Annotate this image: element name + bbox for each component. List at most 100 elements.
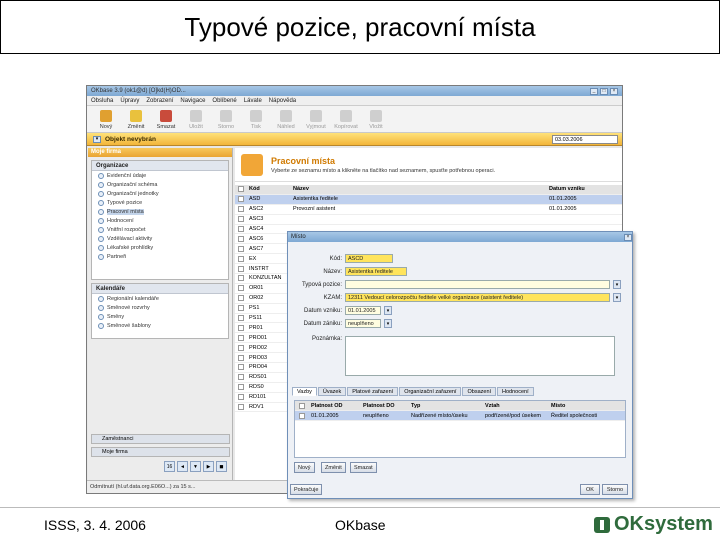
row-checkbox[interactable]: [238, 196, 244, 203]
relations-select-all-checkbox[interactable]: [299, 402, 305, 409]
toolbar-storno-button[interactable]: Storno: [213, 110, 239, 130]
toolbar-smazat-button[interactable]: Smazat: [153, 110, 179, 130]
sidebar-item-smeny[interactable]: Směny: [92, 312, 228, 321]
date-input[interactable]: 03.03.2006: [552, 134, 618, 144]
tab-uvazek[interactable]: Úvazek: [317, 387, 347, 396]
pager-button[interactable]: 16: [164, 461, 175, 472]
minimize-button[interactable]: _: [590, 87, 598, 95]
pager-button[interactable]: ◼: [216, 461, 227, 472]
menu-item-obsluha[interactable]: Obsluha: [91, 98, 113, 104]
date-start-field[interactable]: 01.01.2005: [345, 306, 381, 315]
kzam-field[interactable]: 12311 Vedoucí celorozpočtu ředitele velk…: [345, 293, 610, 302]
date-end-calendar-icon[interactable]: ▾: [384, 319, 392, 328]
toolbar-tisk-button[interactable]: Tisk: [243, 110, 269, 130]
sidebar-item-smenove-sablony[interactable]: Směnové šablony: [92, 321, 228, 330]
row-checkbox[interactable]: [238, 265, 244, 272]
row-checkbox[interactable]: [238, 324, 244, 331]
row-checkbox[interactable]: [238, 245, 244, 252]
type-position-dropdown-icon[interactable]: ▾: [613, 280, 621, 289]
relation-new-button[interactable]: Nový: [294, 462, 315, 473]
object-selector-button[interactable]: ▾: [93, 135, 101, 143]
row-checkbox[interactable]: [238, 364, 244, 371]
storno-button[interactable]: Storno: [602, 484, 628, 495]
date-end-field[interactable]: neuplňeno: [345, 319, 381, 328]
row-checkbox[interactable]: [299, 412, 305, 419]
organization-panel-title[interactable]: Organizace: [92, 161, 228, 171]
row-checkbox[interactable]: [238, 206, 244, 213]
sidebar-item-smenove-rozvrhy[interactable]: Směnové rozvrhy: [92, 303, 228, 312]
menu-item-napoveda[interactable]: Nápověda: [269, 98, 296, 104]
row-checkbox[interactable]: [238, 275, 244, 282]
row-checkbox[interactable]: [238, 354, 244, 361]
menu-item-upravy[interactable]: Úpravy: [120, 98, 139, 104]
row-checkbox[interactable]: [238, 374, 244, 381]
row-checkbox[interactable]: [238, 235, 244, 242]
row-checkbox[interactable]: [238, 295, 244, 302]
sidebar-item-evidencni-udaje[interactable]: Evidenční údaje: [92, 171, 228, 180]
row-checkbox[interactable]: [238, 255, 244, 262]
column-header-valid-to[interactable]: Platnost DO: [361, 403, 409, 409]
row-checkbox[interactable]: [238, 344, 244, 351]
column-header-place[interactable]: Místo: [549, 403, 625, 409]
relation-delete-button[interactable]: Smazat: [350, 462, 377, 473]
tab-vazby[interactable]: Vazby: [292, 387, 317, 396]
sidebar-item-organizacni-schema[interactable]: Organizační schéma: [92, 180, 228, 189]
column-header-relation[interactable]: Vztah: [483, 403, 549, 409]
toolbar-vlozit-button[interactable]: Vložit: [363, 110, 389, 130]
relation-edit-button[interactable]: Změnit: [321, 462, 346, 473]
code-field[interactable]: ASCD: [345, 254, 393, 263]
sidebar-item-vzdelavaci-aktivity[interactable]: Vzdělávací aktivity: [92, 234, 228, 243]
sidebar-item-organizacni-jednotky[interactable]: Organizační jednotky: [92, 189, 228, 198]
relations-row[interactable]: 01.01.2005 neuplňeno Nadřízené místo/úseku…: [295, 411, 625, 421]
sidebar-item-partneri[interactable]: Partneři: [92, 252, 228, 261]
toolbar-ulozit-button[interactable]: Uložit: [183, 110, 209, 130]
dialog-close-button[interactable]: ×: [624, 233, 632, 241]
pager-button[interactable]: ▼: [190, 461, 201, 472]
toolbar-zmenit-button[interactable]: Změnit: [123, 110, 149, 130]
toolbar-kopirovat-button[interactable]: Kopírovat: [333, 110, 359, 130]
sidebar-item-regionalni-kalendare[interactable]: Regionální kalendáře: [92, 294, 228, 303]
row-checkbox[interactable]: [238, 226, 244, 232]
column-header-name[interactable]: Název: [291, 186, 547, 192]
table-row[interactable]: ASD Asistentka ředitele 01.01.2005: [235, 194, 622, 205]
sidebar-item-vnitrni-rozpocet[interactable]: Vnitřní rozpočet: [92, 225, 228, 234]
pager-button[interactable]: ▶: [203, 461, 214, 472]
column-header-code[interactable]: Kód: [247, 186, 291, 192]
column-header-type[interactable]: Typ: [409, 403, 483, 409]
ok-button[interactable]: OK: [580, 484, 600, 495]
tab-obsazeni[interactable]: Obsazení: [462, 387, 497, 396]
menu-item-oblibene[interactable]: Oblíbené: [212, 98, 236, 104]
row-checkbox[interactable]: [238, 216, 244, 223]
pager-button[interactable]: ◄: [177, 461, 188, 472]
table-row[interactable]: ASC3: [235, 215, 622, 225]
name-field[interactable]: Asistentka ředitele: [345, 267, 407, 276]
toolbar-nahled-button[interactable]: Náhled: [273, 110, 299, 130]
row-checkbox[interactable]: [238, 305, 244, 312]
date-start-calendar-icon[interactable]: ▾: [384, 306, 392, 315]
row-checkbox[interactable]: [238, 404, 244, 411]
toolbar-novy-button[interactable]: Nový: [93, 110, 119, 130]
row-checkbox[interactable]: [238, 334, 244, 341]
menu-item-zobrazeni[interactable]: Zobrazení: [146, 98, 173, 104]
note-textarea[interactable]: [345, 336, 615, 376]
column-header-valid-from[interactable]: Platnost OD: [309, 403, 361, 409]
row-checkbox[interactable]: [238, 285, 244, 292]
table-row[interactable]: ASC2 Provozní asistent 01.01.2005: [235, 205, 622, 215]
calendar-panel-title[interactable]: Kalendáře: [92, 284, 228, 294]
sidebar-item-hodnoceni[interactable]: Hodnocení: [92, 216, 228, 225]
close-button[interactable]: ×: [610, 87, 618, 95]
row-checkbox[interactable]: [238, 384, 244, 391]
continue-button[interactable]: Pokračuje: [290, 484, 323, 495]
select-all-checkbox[interactable]: [238, 186, 244, 193]
sidebar-item-my-company[interactable]: Moje firma: [91, 447, 230, 457]
row-checkbox[interactable]: [238, 394, 244, 401]
tab-organizacni-zarazeni[interactable]: Organizační zařazení: [399, 387, 462, 396]
maximize-button[interactable]: □: [600, 87, 608, 95]
column-header-date[interactable]: Datum vzniku: [547, 186, 617, 192]
menu-item-lavate[interactable]: Lávate: [244, 98, 262, 104]
sidebar-item-typove-pozice[interactable]: Typové pozice: [92, 198, 228, 207]
row-checkbox[interactable]: [238, 315, 244, 322]
kzam-dropdown-icon[interactable]: ▾: [613, 293, 621, 302]
tab-platove-zarazeni[interactable]: Platové zařazení: [347, 387, 399, 396]
sidebar-item-employees[interactable]: Zaměstnanci: [91, 434, 230, 444]
